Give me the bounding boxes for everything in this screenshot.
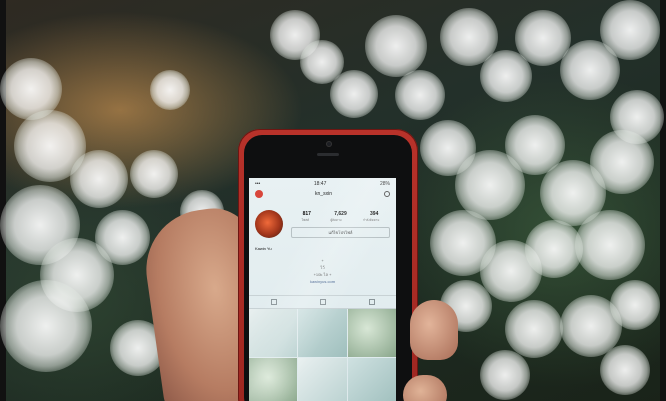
bokeh-light (610, 280, 660, 330)
thumb (410, 300, 458, 360)
front-camera-icon (326, 141, 332, 147)
bokeh-light (505, 300, 563, 358)
grid-photo[interactable] (347, 358, 396, 401)
bio-line: + (321, 258, 324, 263)
profile-tabs (249, 295, 396, 309)
phone-screen: ••• 18:47 28% kn_sxin 817 7,629 394 โพสต… (249, 178, 396, 401)
following-label: กำลังติดตาม (363, 217, 380, 222)
bokeh-light (590, 130, 654, 194)
list-tab-icon[interactable] (319, 299, 326, 305)
bokeh-light (130, 150, 178, 198)
bio-link[interactable]: kawinyus.com (249, 278, 396, 285)
profile-bio: + ไว้ +10k ไล + kawinyus.com (249, 257, 396, 285)
username: kn_sxin (315, 191, 332, 197)
finger (403, 375, 447, 401)
photo-scene: ••• 18:47 28% kn_sxin 817 7,629 394 โพสต… (0, 0, 666, 401)
avatar[interactable] (255, 210, 283, 238)
profile-stats: 817 7,629 394 โพสต์ ผู้ติดตาม กำลังติดตา… (291, 211, 390, 238)
bokeh-light (600, 0, 660, 60)
instagram-logo-icon[interactable] (255, 190, 263, 198)
bokeh-light (480, 350, 530, 400)
signal-icon: ••• (255, 181, 261, 187)
bokeh-light (150, 70, 190, 110)
bokeh-light (395, 70, 445, 120)
posts-label: โพสต์ (301, 217, 310, 222)
tagged-tab-icon[interactable] (368, 299, 375, 305)
display-name: Kawin Yu (255, 246, 272, 251)
bokeh-light (330, 70, 378, 118)
bokeh-light (70, 150, 128, 208)
bokeh-light (600, 345, 650, 395)
bokeh-light (575, 210, 645, 280)
grid-photo[interactable] (249, 309, 298, 357)
right-frame-edge (660, 0, 666, 401)
bokeh-light (365, 15, 427, 77)
following-count[interactable]: 394 (370, 211, 378, 217)
earpiece-speaker (317, 153, 339, 156)
edit-profile-button[interactable]: แก้ไขโปรไฟล์ (291, 226, 390, 238)
status-time: 18:47 (313, 181, 327, 187)
gear-icon[interactable] (383, 191, 390, 197)
grid-tab-icon[interactable] (270, 299, 277, 305)
posts-count[interactable]: 817 (303, 211, 311, 217)
profile-header: kn_sxin (249, 188, 396, 200)
smartphone: ••• 18:47 28% kn_sxin 817 7,629 394 โพสต… (238, 129, 418, 401)
bokeh-light (95, 210, 150, 265)
grid-photo[interactable] (298, 358, 347, 401)
grid-photo[interactable] (347, 309, 396, 357)
grid-photo[interactable] (249, 358, 298, 401)
photo-grid (249, 309, 396, 401)
status-bar: ••• 18:47 28% (249, 178, 396, 188)
grid-photo[interactable] (298, 309, 347, 357)
battery-level: 28% (379, 181, 390, 187)
bio-line: +10k ไล + (313, 272, 332, 277)
profile-summary: 817 7,629 394 โพสต์ ผู้ติดตาม กำลังติดตา… (249, 200, 396, 244)
followers-label: ผู้ติดตาม (330, 217, 342, 222)
bokeh-light (0, 280, 92, 372)
followers-count[interactable]: 7,629 (334, 211, 347, 217)
bio-line: ไว้ (320, 265, 325, 270)
